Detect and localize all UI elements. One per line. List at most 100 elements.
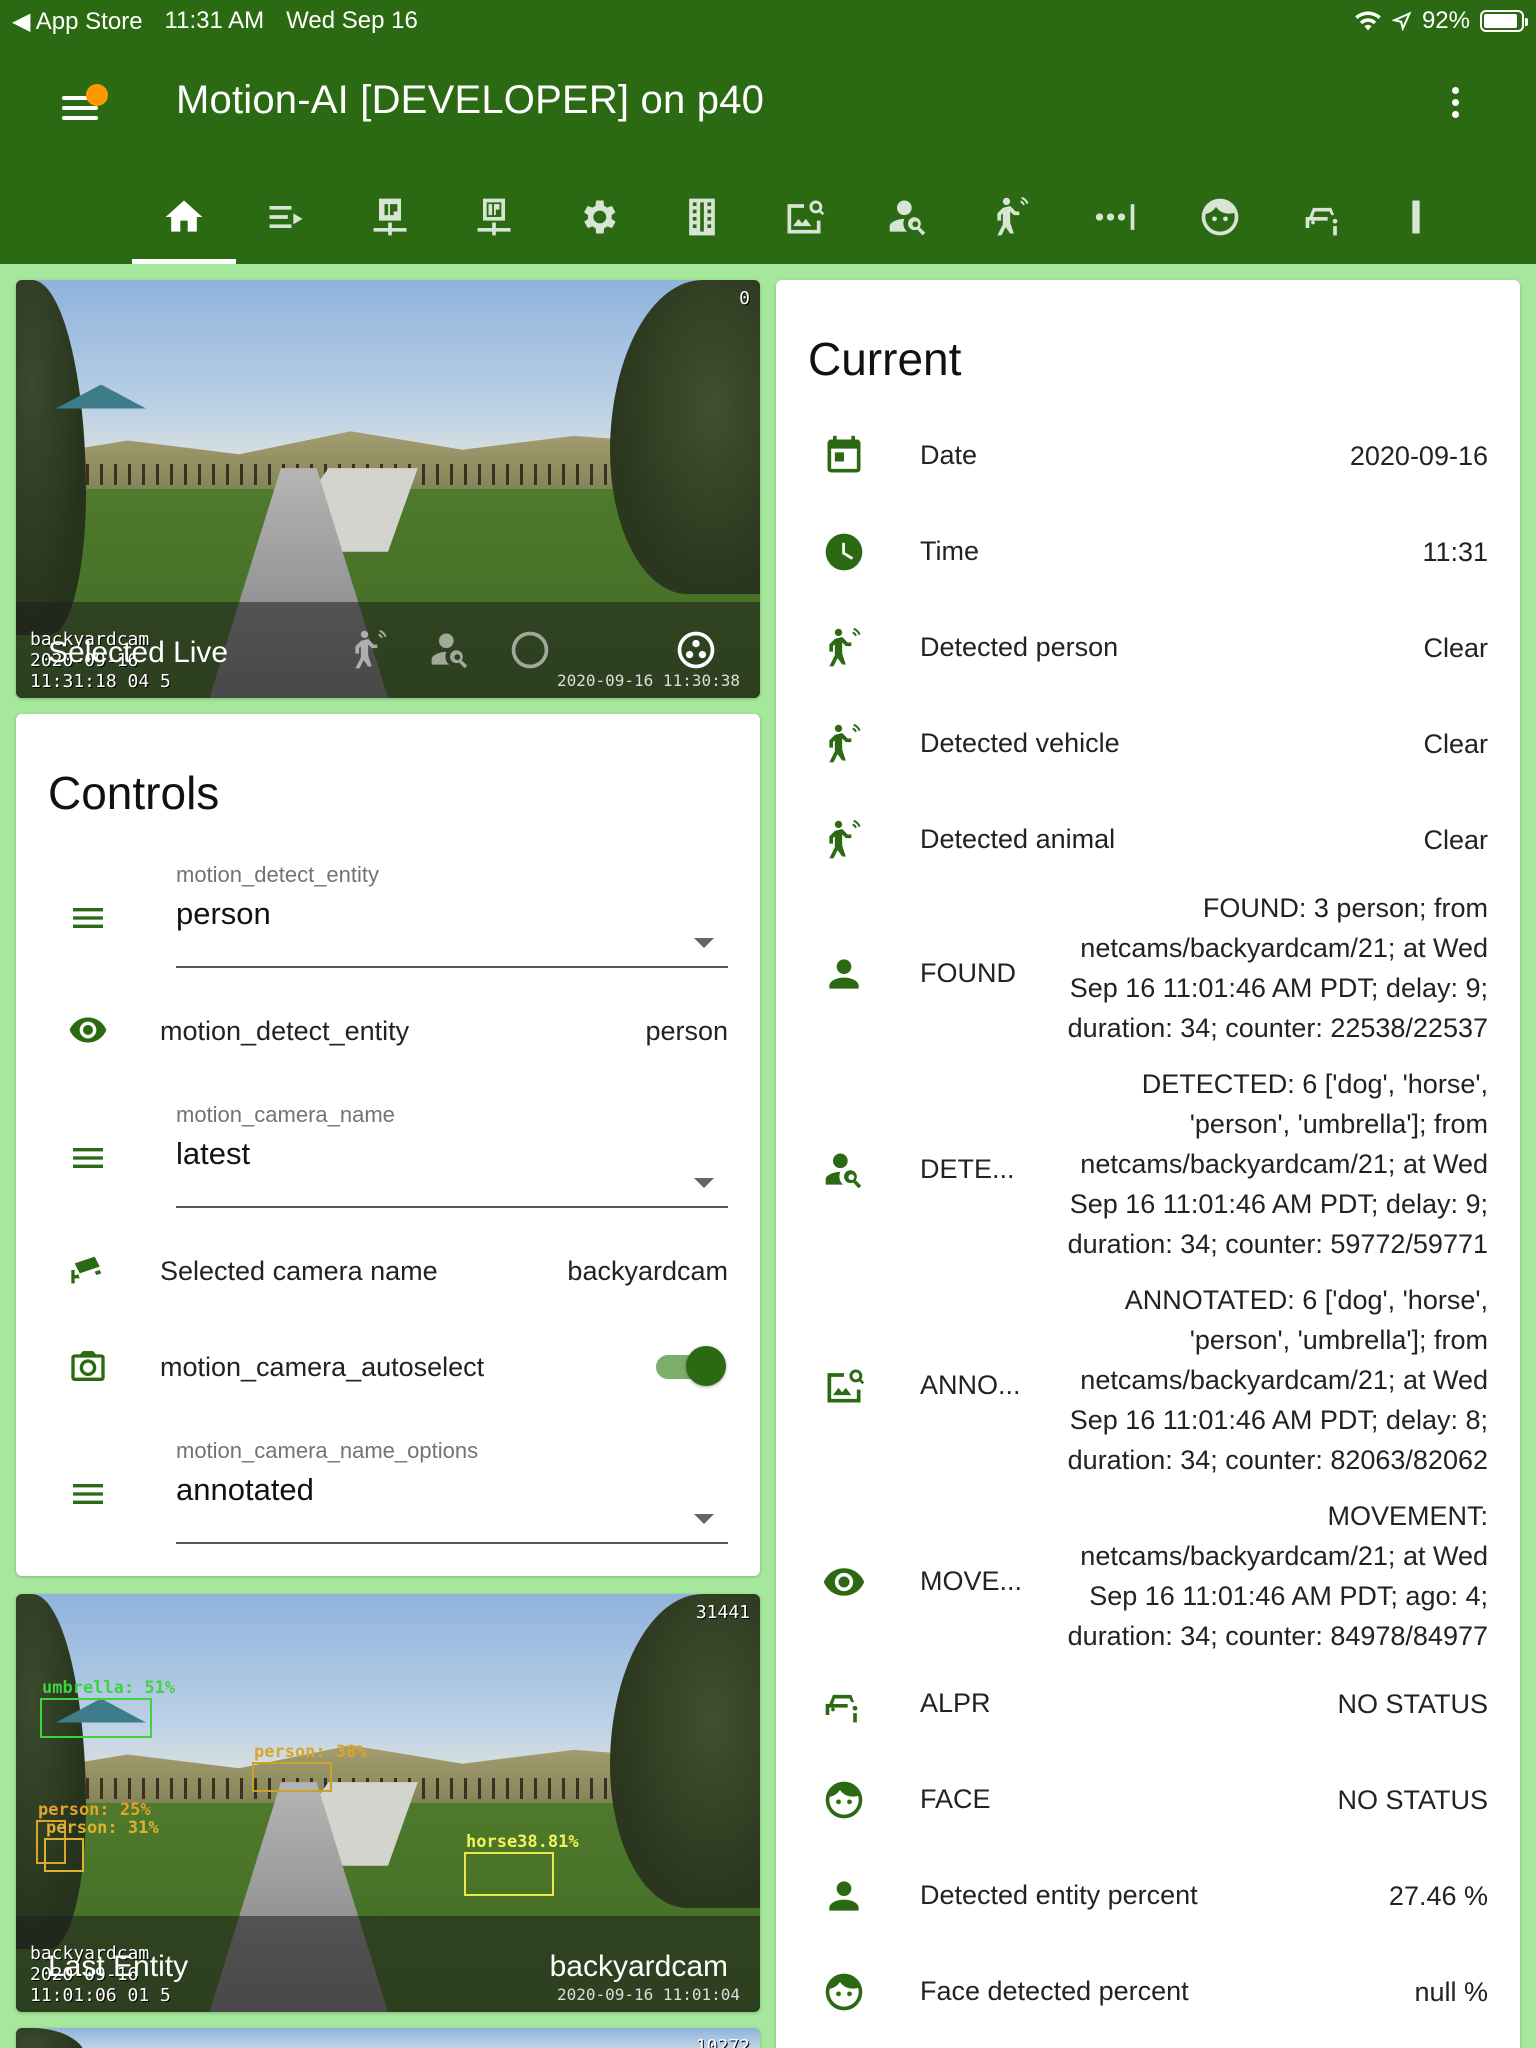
bbox-person: person: 38% (252, 1742, 367, 1792)
home-icon (165, 200, 203, 232)
current-date-value: 2020-09-16 (1349, 441, 1488, 471)
person-icon (820, 1872, 868, 1920)
camera-options-select[interactable]: motion_camera_name_options annotated (176, 1438, 728, 1544)
camera-icon (66, 1344, 110, 1388)
frame-counter: 31441 (695, 1602, 750, 1623)
camera-name-select[interactable]: motion_camera_name latest (176, 1102, 728, 1208)
person-search-icon (820, 1146, 868, 1194)
frame-counter: 0 (739, 288, 750, 309)
alpr-row[interactable]: ALPR NO STATUS (776, 1674, 1520, 1734)
bbox-horse: horse38.81% (464, 1832, 579, 1896)
motion-toggle-button[interactable] (346, 626, 394, 674)
movement-row[interactable]: MOVE... MOVEMENT: netcams/backyardcam/21;… (776, 1496, 1520, 1666)
image-search-icon (820, 1362, 868, 1410)
person-icon (820, 950, 868, 998)
back-to-app-store[interactable]: ◀ App Store (12, 7, 143, 36)
tab-settings[interactable] (550, 170, 646, 264)
tab-face[interactable] (1172, 170, 1268, 264)
tab-person-search[interactable] (860, 170, 956, 264)
wifi-icon (1355, 11, 1381, 31)
detect-entity-select[interactable]: motion_detect_entity person (176, 862, 728, 968)
tab-ip-network-2[interactable] (446, 170, 542, 264)
tab-videos[interactable] (654, 170, 750, 264)
detected-person-value: Clear (1423, 633, 1488, 663)
detected-person-row[interactable]: Detected person Clear (776, 618, 1520, 678)
face-percent-row[interactable]: Face detected percent null % (776, 1962, 1520, 2022)
current-time-value: 11:31 (1422, 537, 1488, 567)
chevron-down-icon (694, 1178, 714, 1188)
motion-sensor-icon (355, 629, 387, 669)
partial-icon (1412, 200, 1420, 234)
found-row[interactable]: FOUND FOUND: 3 person; from netcams/backy… (776, 888, 1520, 1058)
list-icon (269, 206, 303, 228)
menu-lines-icon (66, 896, 110, 940)
current-title: Current (808, 333, 962, 385)
alpr-value: NO STATUS (1337, 1689, 1488, 1719)
face-row[interactable]: FACE NO STATUS (776, 1770, 1520, 1830)
detected-animal-row[interactable]: Detected animal Clear (776, 810, 1520, 870)
live-camera-card[interactable]: 0 backyardcam 2020-09-16 11:31:18 04 5 Sel… (16, 280, 760, 698)
person-search-icon (889, 200, 926, 236)
detect-entity-select-row: motion_detect_entity person (16, 862, 760, 972)
face-icon (1201, 198, 1239, 236)
ip-network-icon-2 (477, 198, 511, 236)
entity-percent-row[interactable]: Detected entity percent 27.46 % (776, 1866, 1520, 1926)
tab-image-search[interactable] (756, 170, 852, 264)
autoselect-row: motion_camera_autoselect (16, 1340, 760, 1392)
tab-list[interactable] (238, 170, 334, 264)
current-time-row[interactable]: Time 11:31 (776, 522, 1520, 582)
frame-counter: 10272 (695, 2036, 750, 2048)
face-value: NO STATUS (1337, 1785, 1488, 1815)
annotated-row[interactable]: ANNO... ANNOTATED: 6 ['dog', 'horse','pe… (776, 1280, 1520, 1490)
app-bar: Motion-AI [DEVELOPER] on p40 (0, 42, 1536, 264)
hamburger-menu-button[interactable] (56, 84, 108, 128)
calendar-icon (820, 432, 868, 480)
camera-name-select-row: motion_camera_name latest (16, 1102, 760, 1212)
car-info-icon (820, 1680, 868, 1728)
camera-timestamp: 2020-09-16 11:01:04 (556, 1985, 740, 2004)
tab-home[interactable] (132, 170, 236, 264)
app-title: Motion-AI [DEVELOPER] on p40 (176, 78, 765, 122)
motion-sensor-icon (820, 624, 868, 672)
circle-outline-icon (511, 631, 549, 669)
tab-motion[interactable] (964, 170, 1060, 264)
detected-vehicle-row[interactable]: Detected vehicle Clear (776, 714, 1520, 774)
ip-network-icon (373, 198, 407, 236)
clock-icon (820, 528, 868, 576)
last-entity-camera-card[interactable]: 31441 umbrella: 51% person: 38% person: … (16, 1594, 760, 2012)
tab-dots-line[interactable] (1068, 170, 1164, 264)
status-time: 11:31 AM (164, 7, 265, 34)
controls-title: Controls (48, 767, 220, 819)
bbox-umbrella: umbrella: 51% (40, 1678, 175, 1738)
current-date-row[interactable]: Date 2020-09-16 (776, 426, 1520, 486)
tab-alpr[interactable] (1276, 170, 1372, 264)
camera-options-select-row: motion_camera_name_options annotated (16, 1438, 760, 1548)
film-icon (689, 198, 715, 236)
image-search-icon (787, 200, 825, 234)
person-search-button[interactable] (426, 626, 474, 674)
next-camera-card[interactable]: 10272 (16, 2028, 760, 2048)
motion-sensor-icon (997, 196, 1029, 236)
car-info-icon (1305, 207, 1338, 236)
selected-camera-row: Selected camera name backyardcam (16, 1244, 760, 1296)
motion-sensor-icon (820, 720, 868, 768)
controls-card: Controls motion_detect_entity person mot… (16, 714, 760, 1576)
current-card: Current Date 2020-09-16 Time 11:31 Detec… (776, 280, 1520, 2048)
person-search-icon (431, 633, 468, 669)
bbox-person: person: 31% (44, 1818, 159, 1872)
location-arrow-icon (1391, 11, 1412, 31)
record-button[interactable] (506, 626, 554, 674)
camera-timestamp: 2020-09-16 11:30:38 (556, 671, 740, 690)
face-percent-value: null % (1414, 1977, 1488, 2007)
tab-more[interactable] (1368, 170, 1464, 264)
ios-status-bar: ◀ App Store 11:31 AM Wed Sep 16 92% (0, 0, 1536, 42)
tab-ip-network[interactable] (342, 170, 438, 264)
webcam-dots-icon (677, 631, 715, 669)
autoselect-toggle[interactable] (654, 1346, 726, 1386)
camera-caption: Last Entity (48, 1950, 189, 1983)
battery-percent: 92% (1421, 7, 1470, 34)
detected-row[interactable]: DETE... DETECTED: 6 ['dog', 'horse','per… (776, 1064, 1520, 1274)
more-options-button[interactable] (1440, 82, 1470, 132)
motion-sensor-icon (820, 816, 868, 864)
camera-switch-button[interactable] (672, 626, 720, 674)
